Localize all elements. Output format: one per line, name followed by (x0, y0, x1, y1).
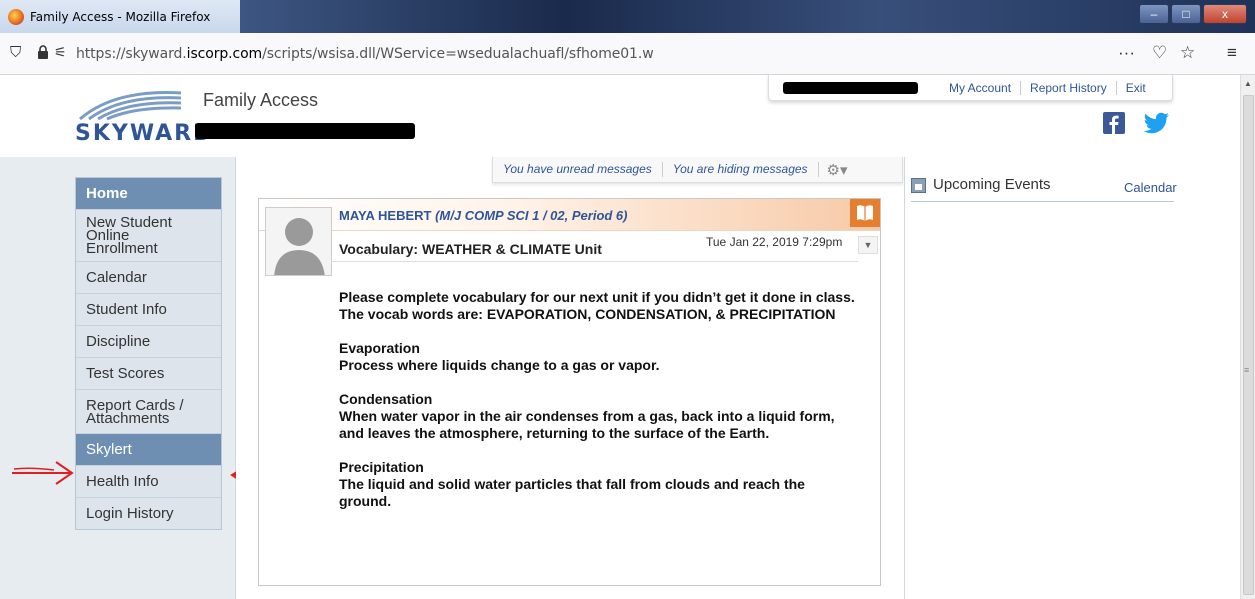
term-precipitation: Precipitation (339, 459, 424, 475)
message-body: Please complete vocabulary for our next … (339, 289, 859, 510)
title-bar: Family Access - Mozilla Firefox – □ x (0, 0, 1255, 33)
calendar-icon (911, 178, 926, 193)
nav-item-label: New Student Online Enrollment (86, 214, 172, 257)
upcoming-events-header: Upcoming Events Calendar (911, 175, 1177, 202)
scroll-up-icon[interactable]: ▲ (1244, 79, 1252, 88)
calendar-link[interactable]: Calendar (1124, 180, 1177, 195)
main-nav: Home New Student Online Enrollment Calen… (75, 177, 222, 530)
nav-discipline[interactable]: Discipline (76, 325, 221, 357)
nav-student-info[interactable]: Student Info (76, 293, 221, 325)
menu-icon[interactable]: ≡ (1227, 43, 1237, 63)
twitter-icon[interactable] (1144, 112, 1170, 134)
window-title: Family Access - Mozilla Firefox (30, 10, 211, 24)
lock-icon[interactable] (36, 45, 50, 59)
page: SKYWARD Family Access My Account Report … (0, 75, 1240, 599)
scrollbar-thumb[interactable] (1243, 95, 1254, 595)
term-condensation: Condensation (339, 391, 433, 407)
url-path: /scripts/wsisa.dll/WService=wsedualachua… (262, 46, 654, 62)
book-icon[interactable] (850, 199, 880, 227)
sender-name: MAYA HEBERT (339, 208, 432, 223)
skyward-logo[interactable]: SKYWARD (75, 85, 211, 147)
site-header: SKYWARD Family Access My Account Report … (0, 75, 1240, 157)
left-column: Home New Student Online Enrollment Calen… (0, 157, 236, 599)
nav-home[interactable]: Home (76, 178, 221, 209)
unread-messages-link[interactable]: You have unread messages (493, 162, 663, 177)
content-area: Home New Student Online Enrollment Calen… (0, 157, 1240, 599)
nav-login-history[interactable]: Login History (76, 497, 221, 529)
family-access-title: Family Access (203, 90, 319, 110)
page-scrollbar[interactable]: ▲ ≡ (1240, 75, 1255, 599)
minimize-button[interactable]: – (1139, 4, 1169, 24)
my-account-link[interactable]: My Account (940, 81, 1020, 95)
redacted-user-name (783, 81, 918, 94)
nav-health-info[interactable]: Health Info (76, 465, 221, 497)
hiding-messages-link[interactable]: You are hiding messages (663, 162, 819, 177)
message-card: MAYA HEBERT (M/J COMP SCI 1 / 02, Period… (258, 198, 881, 586)
nav-skylert[interactable]: Skylert (76, 433, 221, 465)
scroll-grip-icon: ≡ (1244, 365, 1250, 375)
account-links: My Account Report History Exit (768, 75, 1173, 101)
nav-new-student-enrollment[interactable]: New Student Online Enrollment (76, 209, 221, 261)
term-evaporation: Evaporation (339, 340, 420, 356)
shield-icon[interactable]: ⛉ (10, 44, 21, 61)
redacted-student-name (195, 123, 415, 139)
annotation-arrow-right-icon (12, 461, 74, 485)
body-paragraph: Please complete vocabulary for our next … (339, 289, 855, 305)
url-prefix: https://skyward. (76, 46, 187, 62)
message-subject: Vocabulary: WEATHER & CLIMATE Unit (339, 241, 602, 257)
window-controls: – □ x (1139, 4, 1247, 24)
logo-wordmark: SKYWARD (75, 121, 214, 146)
nav-report-cards[interactable]: Report Cards / Attachments (76, 389, 221, 433)
definition-evaporation: Process where liquids change to a gas or… (339, 357, 660, 373)
gear-icon[interactable]: ⚙▾ (819, 161, 856, 179)
firefox-icon (8, 9, 24, 25)
divider (331, 261, 858, 262)
nav-calendar[interactable]: Calendar (76, 261, 221, 293)
maximize-button[interactable]: □ (1171, 4, 1201, 24)
close-button[interactable]: x (1203, 4, 1247, 24)
message-date: Tue Jan 22, 2019 7:29pm (706, 235, 843, 249)
sender-course: (M/J COMP SCI 1 / 02, Period 6) (435, 208, 628, 223)
report-history-link[interactable]: Report History (1020, 80, 1116, 95)
address-bar: ⛉ ⚟ https://skyward.iscorp.com/scripts/w… (0, 33, 1255, 75)
main-panel: You have unread messages You are hiding … (236, 157, 904, 599)
message-sender: MAYA HEBERT (M/J COMP SCI 1 / 02, Period… (339, 208, 628, 223)
right-column: Upcoming Events Calendar (904, 157, 1240, 599)
url-field[interactable]: https://skyward.iscorp.com/scripts/wsisa… (76, 46, 654, 62)
logo-swoosh-icon (79, 91, 182, 121)
permissions-icon[interactable]: ⚟ (54, 44, 67, 61)
more-icon[interactable]: ··· (1118, 43, 1135, 63)
upcoming-events-title: Upcoming Events (933, 176, 1051, 193)
body-paragraph: The vocab words are: EVAPORATION, CONDEN… (339, 306, 836, 322)
message-options-chevron-down-icon[interactable]: ▼ (858, 236, 878, 254)
avatar (265, 207, 332, 276)
browser-window: Family Access - Mozilla Firefox – □ x ⛉ … (0, 0, 1255, 599)
definition-precipitation: The liquid and solid water particles tha… (339, 476, 805, 509)
facebook-icon[interactable] (1103, 112, 1125, 134)
messages-bar: You have unread messages You are hiding … (492, 157, 903, 183)
pocket-icon[interactable]: ♡ (1152, 43, 1167, 63)
definition-condensation: When water vapor in the air condenses fr… (339, 408, 835, 441)
nav-test-scores[interactable]: Test Scores (76, 357, 221, 389)
nav-item-label: Report Cards / Attachments (86, 397, 184, 427)
star-icon[interactable]: ☆ (1180, 43, 1195, 63)
url-domain: iscorp.com (186, 46, 263, 62)
exit-link[interactable]: Exit (1115, 80, 1155, 95)
